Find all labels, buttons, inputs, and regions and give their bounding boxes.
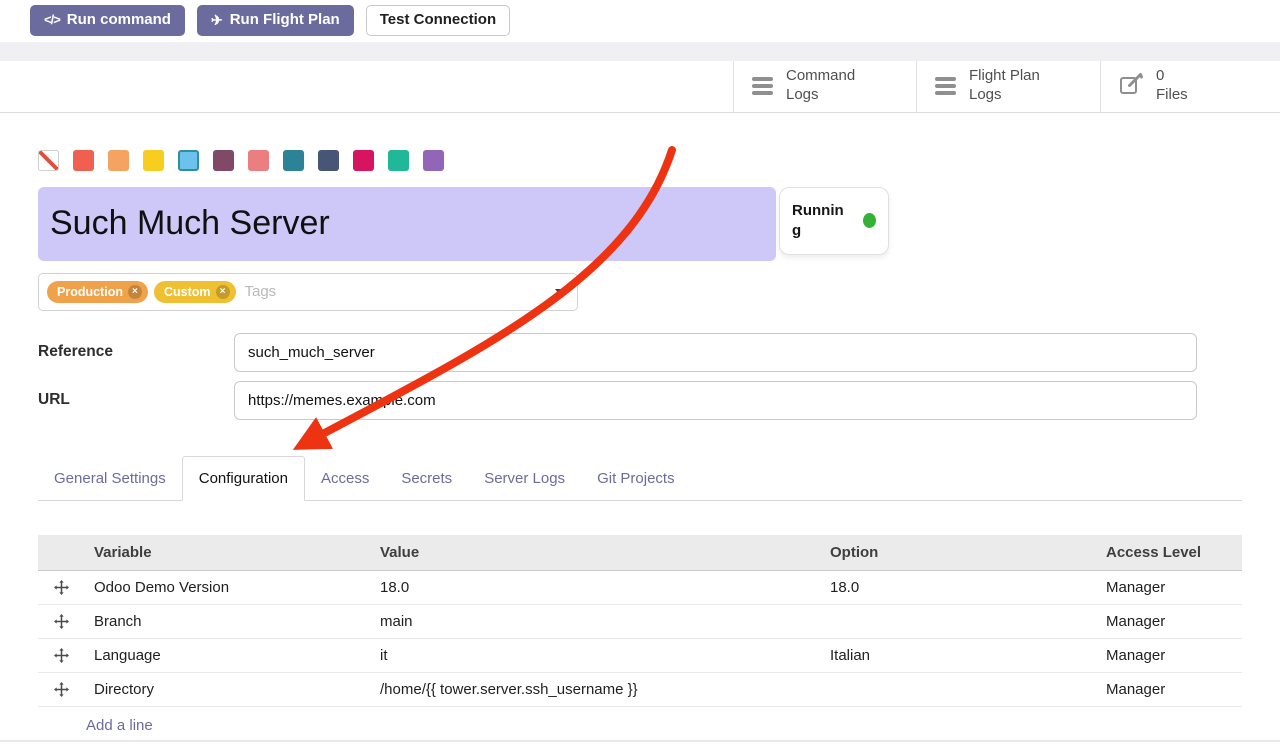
- color-palette: [38, 150, 1242, 171]
- cell-access[interactable]: Manager: [1096, 604, 1242, 638]
- url-input[interactable]: https://memes.example.com: [234, 381, 1197, 420]
- cell-variable[interactable]: Odoo Demo Version: [84, 570, 370, 604]
- drag-handle-icon[interactable]: [38, 570, 84, 604]
- color-swatch-red[interactable]: [73, 150, 94, 171]
- stat-button-files[interactable]: 0 Files: [1100, 61, 1280, 112]
- cell-access[interactable]: Manager: [1096, 672, 1242, 706]
- cell-value[interactable]: 18.0: [370, 570, 820, 604]
- drag-handle-icon[interactable]: [38, 638, 84, 672]
- reference-label: Reference: [38, 343, 234, 361]
- edit-icon: [1119, 73, 1143, 100]
- color-swatch-raspberry[interactable]: [353, 150, 374, 171]
- variable-column-header: Variable: [84, 535, 370, 571]
- tags-placeholder: Tags: [245, 283, 277, 300]
- form-header-band: Command Logs Flight Plan Logs 0 Files: [0, 61, 1280, 113]
- cell-value[interactable]: main: [370, 604, 820, 638]
- color-swatch-blue[interactable]: [318, 150, 339, 171]
- menu-icon: [752, 77, 773, 95]
- cell-option[interactable]: 18.0: [820, 570, 1096, 604]
- run-command-label: Run command: [67, 12, 171, 29]
- reference-field-row: Reference such_much_server: [38, 333, 1242, 372]
- color-swatch-green[interactable]: [388, 150, 409, 171]
- stat-label: Flight Plan Logs: [969, 67, 1040, 105]
- tab-configuration[interactable]: Configuration: [182, 456, 305, 501]
- run-flight-plan-button[interactable]: ✈ Run Flight Plan: [197, 5, 354, 36]
- color-swatch-violet[interactable]: [423, 150, 444, 171]
- tab-server-logs[interactable]: Server Logs: [468, 457, 581, 500]
- drag-handle-icon[interactable]: [38, 672, 84, 706]
- access-column-header: Access Level: [1096, 535, 1242, 571]
- test-connection-button[interactable]: Test Connection: [366, 5, 510, 36]
- chevron-down-icon[interactable]: [555, 289, 565, 295]
- color-swatch-purple[interactable]: [213, 150, 234, 171]
- table-header-row: Variable Value Option Access Level: [38, 535, 1242, 571]
- remove-tag-icon[interactable]: ×: [216, 285, 230, 299]
- tab-secrets[interactable]: Secrets: [385, 457, 468, 500]
- notebook-tabs: General Settings Configuration Access Se…: [38, 456, 1242, 501]
- stat-label: Command Logs: [786, 67, 855, 105]
- tag-production: Production ×: [47, 281, 148, 303]
- color-swatch-yellow[interactable]: [143, 150, 164, 171]
- cell-option[interactable]: [820, 604, 1096, 638]
- cell-variable[interactable]: Directory: [84, 672, 370, 706]
- tab-access[interactable]: Access: [305, 457, 385, 500]
- stat-button-command-logs[interactable]: Command Logs: [733, 61, 916, 112]
- reference-input[interactable]: such_much_server: [234, 333, 1197, 372]
- cell-option[interactable]: Italian: [820, 638, 1096, 672]
- cell-value[interactable]: it: [370, 638, 820, 672]
- table-row[interactable]: Directory /home/{{ tower.server.ssh_user…: [38, 672, 1242, 706]
- cell-access[interactable]: Manager: [1096, 638, 1242, 672]
- cell-option[interactable]: [820, 672, 1096, 706]
- color-swatch-teal[interactable]: [283, 150, 304, 171]
- top-toolbar: </> Run command ✈ Run Flight Plan Test C…: [0, 0, 1280, 42]
- status-dot: [863, 213, 876, 228]
- stat-label: 0 Files: [1156, 67, 1188, 105]
- status-label: Running: [792, 201, 844, 240]
- color-swatch-cyan[interactable]: [178, 150, 199, 171]
- cell-value[interactable]: /home/{{ tower.server.ssh_username }}: [370, 672, 820, 706]
- color-swatch-no-color[interactable]: [38, 150, 59, 171]
- drag-handle-icon[interactable]: [38, 604, 84, 638]
- code-icon: </>: [44, 13, 60, 27]
- option-column-header: Option: [820, 535, 1096, 571]
- remove-tag-icon[interactable]: ×: [128, 285, 142, 299]
- cell-variable[interactable]: Language: [84, 638, 370, 672]
- test-connection-label: Test Connection: [380, 12, 496, 29]
- run-flight-plan-label: Run Flight Plan: [230, 12, 340, 29]
- color-swatch-almond[interactable]: [248, 150, 269, 171]
- table-row[interactable]: Branch main Manager: [38, 604, 1242, 638]
- tags-input[interactable]: Production × Custom × Tags: [38, 273, 578, 311]
- status-card: Running: [779, 187, 889, 255]
- stat-button-flight-plan-logs[interactable]: Flight Plan Logs: [916, 61, 1100, 112]
- cell-access[interactable]: Manager: [1096, 570, 1242, 604]
- value-column-header: Value: [370, 535, 820, 571]
- server-name-input[interactable]: Such Much Server: [38, 187, 776, 261]
- handle-column-header: [38, 535, 84, 571]
- url-label: URL: [38, 391, 234, 409]
- tab-general-settings[interactable]: General Settings: [38, 457, 182, 500]
- color-swatch-orange[interactable]: [108, 150, 129, 171]
- variables-table: Variable Value Option Access Level Odoo …: [38, 535, 1242, 746]
- title-row: Such Much Server Running: [38, 187, 1242, 261]
- form-sheet: Such Much Server Running Production × Cu…: [0, 150, 1280, 746]
- table-row[interactable]: Language it Italian Manager: [38, 638, 1242, 672]
- url-field-row: URL https://memes.example.com: [38, 381, 1242, 420]
- table-row[interactable]: Odoo Demo Version 18.0 18.0 Manager: [38, 570, 1242, 604]
- cell-variable[interactable]: Branch: [84, 604, 370, 638]
- plane-icon: ✈: [211, 13, 223, 28]
- tab-git-projects[interactable]: Git Projects: [581, 457, 691, 500]
- run-command-button[interactable]: </> Run command: [30, 5, 185, 36]
- page-background-strip: [0, 42, 1280, 61]
- tag-custom: Custom ×: [154, 281, 236, 303]
- menu-icon: [935, 77, 956, 95]
